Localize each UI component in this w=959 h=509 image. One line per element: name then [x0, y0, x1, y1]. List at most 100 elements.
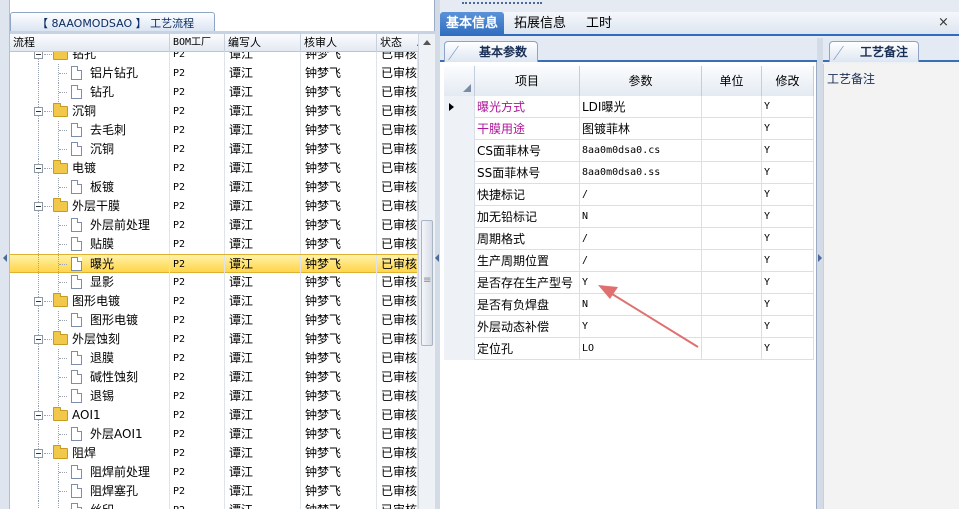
collapse-toggle-icon[interactable] — [34, 52, 43, 59]
tree-row[interactable]: 显影 P2 谭江 钟梦飞 已审核 — [10, 273, 418, 292]
collapse-toggle-icon[interactable] — [34, 449, 43, 458]
collapse-toggle-icon[interactable] — [34, 411, 43, 420]
tree-row[interactable]: 外层蚀刻 P2 谭江 钟梦飞 已审核 — [10, 330, 418, 349]
tree-cell: 贴膜 — [10, 235, 170, 254]
tree-row[interactable]: 电镀 P2 谭江 钟梦飞 已审核 — [10, 159, 418, 178]
tree-vertical-scrollbar[interactable] — [418, 34, 435, 509]
row-header[interactable] — [444, 228, 475, 250]
tree-row[interactable]: 外层干膜 P2 谭江 钟梦飞 已审核 — [10, 197, 418, 216]
tree-branch-line — [59, 358, 67, 359]
param-value-cell[interactable]: LDI曝光 — [580, 96, 702, 118]
col-header-unit[interactable]: 单位 — [702, 66, 762, 96]
param-unit-cell[interactable] — [702, 272, 762, 294]
tree-row[interactable]: 钻孔 P2 谭江 钟梦飞 已审核 — [10, 52, 418, 64]
tree-row[interactable]: 板镀 P2 谭江 钟梦飞 已审核 — [10, 178, 418, 197]
tree-row[interactable]: 铝片钻孔 P2 谭江 钟梦飞 已审核 — [10, 64, 418, 83]
param-value-cell[interactable]: 8aa0m0dsa0.ss — [580, 162, 702, 184]
tab-basic-params[interactable]: 基本参数 — [444, 41, 539, 62]
row-header[interactable] — [444, 316, 475, 338]
param-row[interactable]: 快捷标记 / Y — [444, 184, 814, 206]
tree-row[interactable]: 贴膜 P2 谭江 钟梦飞 已审核 — [10, 235, 418, 254]
top-drag-grip[interactable] — [462, 2, 542, 6]
close-icon[interactable]: × — [938, 15, 949, 30]
param-unit-cell[interactable] — [702, 118, 762, 140]
row-header[interactable] — [444, 184, 475, 206]
tree-row[interactable]: 外层AOI1 P2 谭江 钟梦飞 已审核 — [10, 425, 418, 444]
param-unit-cell[interactable] — [702, 140, 762, 162]
param-row[interactable]: 周期格式 / Y — [444, 228, 814, 250]
param-unit-cell[interactable] — [702, 250, 762, 272]
param-value-cell[interactable]: / — [580, 250, 702, 272]
row-header[interactable] — [444, 206, 475, 228]
tree-row[interactable]: 退锡 P2 谭江 钟梦飞 已审核 — [10, 387, 418, 406]
param-unit-cell[interactable] — [702, 96, 762, 118]
tree-row[interactable]: 外层前处理 P2 谭江 钟梦飞 已审核 — [10, 216, 418, 235]
tree-row[interactable]: 沉铜 P2 谭江 钟梦飞 已审核 — [10, 140, 418, 159]
col-header-item[interactable]: 项目 — [475, 66, 580, 96]
col-header-value[interactable]: 参数 — [580, 66, 702, 96]
grid-corner[interactable] — [444, 66, 475, 96]
notes-body[interactable]: 工艺备注 — [823, 64, 959, 509]
tree-row[interactable]: 沉铜 P2 谭江 钟梦飞 已审核 — [10, 102, 418, 121]
row-header[interactable] — [444, 338, 475, 360]
tree-row[interactable]: 阻焊 P2 谭江 钟梦飞 已审核 — [10, 444, 418, 463]
col-header-modify[interactable]: 修改 — [762, 66, 814, 96]
collapse-toggle-icon[interactable] — [34, 297, 43, 306]
param-unit-cell[interactable] — [702, 338, 762, 360]
row-header[interactable] — [444, 140, 475, 162]
param-unit-cell[interactable] — [702, 184, 762, 206]
collapse-right-icon[interactable] — [818, 254, 822, 262]
param-value-cell[interactable]: / — [580, 184, 702, 206]
collapse-toggle-icon[interactable] — [34, 335, 43, 344]
col-header-writer[interactable]: 编写人 — [225, 34, 301, 52]
tab-extended-info[interactable]: 拓展信息 — [508, 12, 572, 36]
row-header[interactable] — [444, 118, 475, 140]
collapse-left-icon[interactable] — [3, 254, 7, 262]
param-value-cell[interactable]: / — [580, 228, 702, 250]
tree-row[interactable]: 图形电镀 P2 谭江 钟梦飞 已审核 — [10, 311, 418, 330]
param-row[interactable]: 曝光方式 LDI曝光 Y — [444, 96, 814, 118]
tree-row[interactable]: 阻焊前处理 P2 谭江 钟梦飞 已审核 — [10, 463, 418, 482]
param-unit-cell[interactable] — [702, 294, 762, 316]
param-row[interactable]: CS面菲林号 8aa0m0dsa0.cs Y — [444, 140, 814, 162]
tab-basic-info[interactable]: 基本信息 — [440, 12, 505, 36]
scroll-up-icon[interactable] — [423, 40, 431, 45]
param-row[interactable]: 加无铅标记 N Y — [444, 206, 814, 228]
row-header[interactable] — [444, 272, 475, 294]
collapse-toggle-icon[interactable] — [34, 202, 43, 211]
splitter-arrow-icon[interactable] — [435, 254, 439, 262]
tree-row[interactable]: 阻焊塞孔 P2 谭江 钟梦飞 已审核 — [10, 482, 418, 501]
param-value-cell[interactable]: 图镀菲林 — [580, 118, 702, 140]
param-unit-cell[interactable] — [702, 316, 762, 338]
param-row[interactable]: 生产周期位置 / Y — [444, 250, 814, 272]
collapse-toggle-icon[interactable] — [34, 164, 43, 173]
row-header[interactable] — [444, 96, 475, 118]
scroll-thumb[interactable] — [421, 220, 433, 346]
tree-row[interactable]: 曝光 P2 谭江 钟梦飞 已审核 — [10, 254, 418, 274]
param-unit-cell[interactable] — [702, 206, 762, 228]
col-header-reviewer[interactable]: 核审人 — [301, 34, 377, 52]
tree-row[interactable]: 图形电镀 P2 谭江 钟梦飞 已审核 — [10, 292, 418, 311]
tab-process-notes[interactable]: 工艺备注 — [829, 41, 920, 62]
param-value-cell[interactable]: 8aa0m0dsa0.cs — [580, 140, 702, 162]
left-collapse-strip[interactable] — [0, 0, 10, 509]
tree-row[interactable]: AOI1 P2 谭江 钟梦飞 已审核 — [10, 406, 418, 425]
row-header[interactable] — [444, 162, 475, 184]
tree-row[interactable]: 丝印 P2谭江钟梦飞已审核 — [10, 501, 418, 509]
row-header[interactable] — [444, 250, 475, 272]
param-row[interactable]: SS面菲林号 8aa0m0dsa0.ss Y — [444, 162, 814, 184]
tab-work-hours[interactable]: 工时 — [580, 12, 618, 36]
tree-row[interactable]: 钻孔 P2 谭江 钟梦飞 已审核 — [10, 83, 418, 102]
col-header-flow[interactable]: 流程 — [10, 34, 170, 52]
tree-row[interactable]: 去毛刺 P2 谭江 钟梦飞 已审核 — [10, 121, 418, 140]
param-unit-cell[interactable] — [702, 162, 762, 184]
row-header[interactable] — [444, 294, 475, 316]
col-header-bom[interactable]: BOM工厂 — [170, 34, 225, 52]
param-row[interactable]: 干膜用途 图镀菲林 Y — [444, 118, 814, 140]
process-flow-title-tab[interactable]: 【 8AAOMODSAO 】 工艺流程 — [10, 12, 215, 31]
tree-row[interactable]: 退膜 P2 谭江 钟梦飞 已审核 — [10, 349, 418, 368]
param-value-cell[interactable]: N — [580, 206, 702, 228]
param-unit-cell[interactable] — [702, 228, 762, 250]
collapse-toggle-icon[interactable] — [34, 107, 43, 116]
tree-row[interactable]: 碱性蚀刻 P2 谭江 钟梦飞 已审核 — [10, 368, 418, 387]
